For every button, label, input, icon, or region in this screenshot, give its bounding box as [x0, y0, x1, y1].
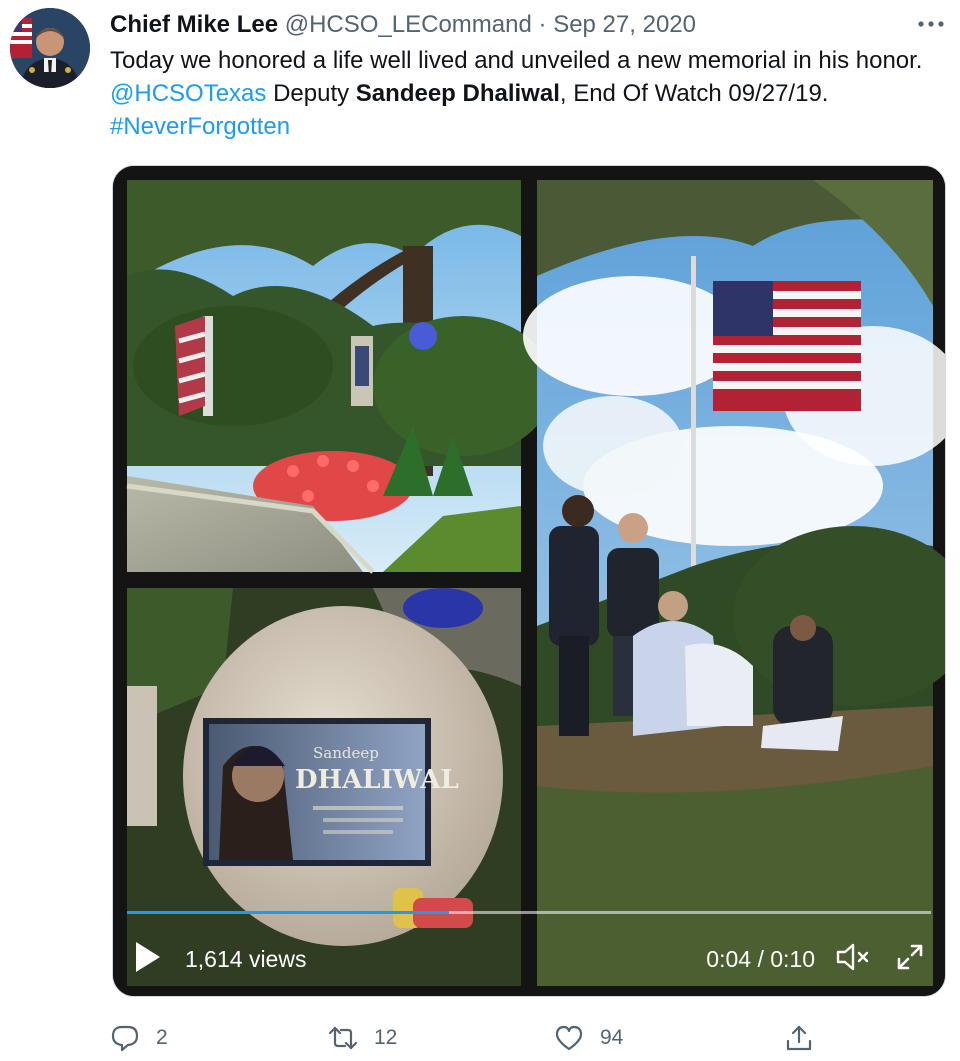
- reply-button[interactable]: 2: [110, 1018, 168, 1058]
- share-button[interactable]: [784, 1018, 814, 1058]
- tweet: Chief Mike Lee @HCSO_LECommand · Sep 27,…: [0, 0, 960, 1061]
- mention-link[interactable]: @HCSOTexas: [110, 80, 266, 107]
- tweet-date[interactable]: Sep 27, 2020: [553, 11, 696, 38]
- more-icon: [918, 21, 944, 27]
- hashtag-link[interactable]: #NeverForgotten: [110, 113, 290, 140]
- end-of-watch: , End Of Watch 09/27/19.: [559, 80, 829, 107]
- tweet-text: Today we honored a life well lived and u…: [110, 44, 950, 143]
- deputy-prefix: Deputy: [266, 80, 356, 107]
- more-button[interactable]: [916, 12, 946, 36]
- tweet-header: Chief Mike Lee @HCSO_LECommand · Sep 27,…: [110, 10, 900, 40]
- avatar[interactable]: [10, 8, 90, 88]
- plaque-last-name: DHALIWAL: [295, 765, 459, 795]
- retweet-icon: [328, 1026, 358, 1050]
- retweet-count: 12: [374, 1026, 398, 1049]
- like-button[interactable]: 94: [554, 1018, 623, 1058]
- fullscreen-icon: [897, 944, 923, 970]
- tweet-text-line3: #NeverForgotten: [110, 110, 950, 143]
- photo-garden: [126, 180, 553, 574]
- deputy-name: Sandeep Dhaliwal: [355, 80, 560, 107]
- user-handle[interactable]: @HCSO_LECommand: [285, 11, 532, 38]
- video-player[interactable]: Sandeep DHALIWAL 1,614 views 0:04 / 0:10: [112, 165, 946, 997]
- video-frame: Sandeep DHALIWAL: [113, 166, 945, 996]
- retweet-button[interactable]: 12: [328, 1018, 397, 1058]
- tweet-actions: 2 12 94: [110, 1018, 940, 1058]
- separator-dot: ·: [538, 11, 547, 38]
- heart-icon: [555, 1025, 583, 1051]
- view-count: 1,614 views: [185, 946, 307, 972]
- volume-muted-icon: [836, 943, 869, 971]
- video-controls: 1,614 views 0:04 / 0:10: [113, 906, 945, 996]
- display-name[interactable]: Chief Mike Lee: [110, 11, 278, 38]
- video-time: 0:04 / 0:10: [706, 946, 815, 972]
- us-flag: [713, 281, 861, 411]
- photo-flag: [523, 180, 945, 986]
- fullscreen-button[interactable]: [895, 942, 925, 972]
- reply-count: 2: [156, 1026, 168, 1049]
- share-icon: [786, 1025, 812, 1051]
- tweet-text-line2: @HCSOTexas Deputy Sandeep Dhaliwal, End …: [110, 77, 950, 110]
- mute-button[interactable]: [835, 942, 871, 972]
- reply-icon: [111, 1025, 139, 1052]
- plaque-first-name: Sandeep: [313, 744, 379, 762]
- tweet-text-line1: Today we honored a life well lived and u…: [110, 47, 923, 74]
- avatar-image: [10, 8, 90, 88]
- play-icon: [136, 942, 160, 972]
- like-count: 94: [600, 1026, 624, 1049]
- play-button[interactable]: [133, 940, 163, 974]
